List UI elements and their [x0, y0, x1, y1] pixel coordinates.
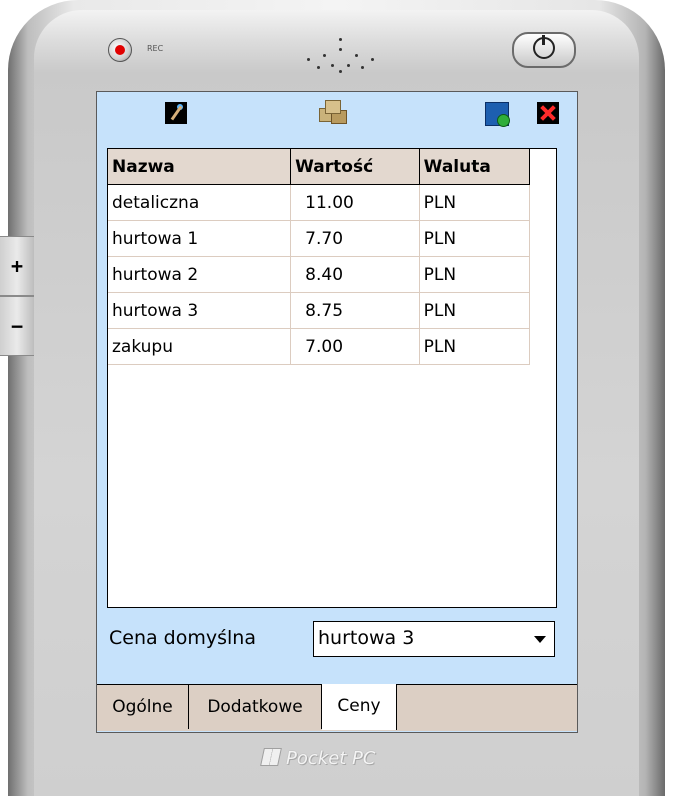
volume-up-button[interactable]: +: [0, 236, 34, 296]
column-header-currency[interactable]: Waluta: [419, 149, 531, 185]
save-confirm-icon[interactable]: [485, 102, 510, 127]
table-row[interactable]: hurtowa 3 8.75 PLN: [108, 292, 531, 329]
volume-down-button[interactable]: −: [0, 296, 34, 356]
tab-dodatkowe[interactable]: Dodatkowe: [189, 685, 322, 729]
brand-label: Pocket PC: [260, 748, 376, 769]
boxes-icon[interactable]: [317, 98, 349, 126]
cell-currency: PLN: [419, 256, 531, 293]
close-icon[interactable]: [537, 102, 559, 124]
table-header-row: Nazwa Wartość Waluta: [108, 149, 531, 185]
record-icon: [115, 45, 125, 55]
default-price-label: Cena domyślna: [109, 627, 256, 649]
device-screen: Nazwa Wartość Waluta detaliczna 11.00 PL…: [96, 91, 578, 733]
magic-wand-icon[interactable]: [165, 102, 187, 124]
default-price-value: hurtowa 3: [318, 627, 415, 649]
price-grid[interactable]: Nazwa Wartość Waluta detaliczna 11.00 PL…: [107, 148, 557, 608]
cell-name: hurtowa 3: [108, 292, 292, 329]
table-row[interactable]: detaliczna 11.00 PLN: [108, 184, 531, 221]
cell-currency: PLN: [419, 292, 531, 329]
cell-value: 8.40: [290, 256, 420, 293]
tab-bar: Ogólne Dodatkowe Ceny: [97, 684, 577, 731]
record-label: REC: [147, 44, 164, 53]
cell-currency: PLN: [419, 328, 531, 365]
cell-name: zakupu: [108, 328, 292, 365]
column-header-value[interactable]: Wartość: [290, 149, 420, 185]
column-header-name[interactable]: Nazwa: [108, 149, 292, 185]
power-icon: [533, 35, 555, 59]
cell-currency: PLN: [419, 184, 531, 221]
table-row[interactable]: zakupu 7.00 PLN: [108, 328, 531, 365]
navigation-pad[interactable]: [303, 36, 377, 76]
cell-value: 7.70: [290, 220, 420, 257]
tab-ceny[interactable]: Ceny: [322, 684, 397, 730]
brand-text: Pocket PC: [286, 748, 376, 769]
pocket-pc-device: + − REC Nazwa Wartość Waluta detaliczna …: [0, 0, 673, 796]
cell-value: 7.00: [290, 328, 420, 365]
cell-name: detaliczna: [108, 184, 292, 221]
cell-name: hurtowa 2: [108, 256, 292, 293]
cell-currency: PLN: [419, 220, 531, 257]
record-button[interactable]: [108, 38, 132, 62]
price-table: Nazwa Wartość Waluta detaliczna 11.00 PL…: [108, 149, 531, 365]
table-row[interactable]: hurtowa 1 7.70 PLN: [108, 220, 531, 257]
cell-value: 11.00: [290, 184, 420, 221]
tab-ogolne[interactable]: Ogólne: [97, 685, 189, 729]
power-button[interactable]: [512, 32, 576, 68]
cell-name: hurtowa 1: [108, 220, 292, 257]
default-price-select[interactable]: hurtowa 3: [313, 621, 555, 657]
table-row[interactable]: hurtowa 2 8.40 PLN: [108, 256, 531, 293]
chevron-down-icon[interactable]: [534, 636, 546, 643]
windows-logo-icon: [260, 748, 282, 766]
cell-value: 8.75: [290, 292, 420, 329]
